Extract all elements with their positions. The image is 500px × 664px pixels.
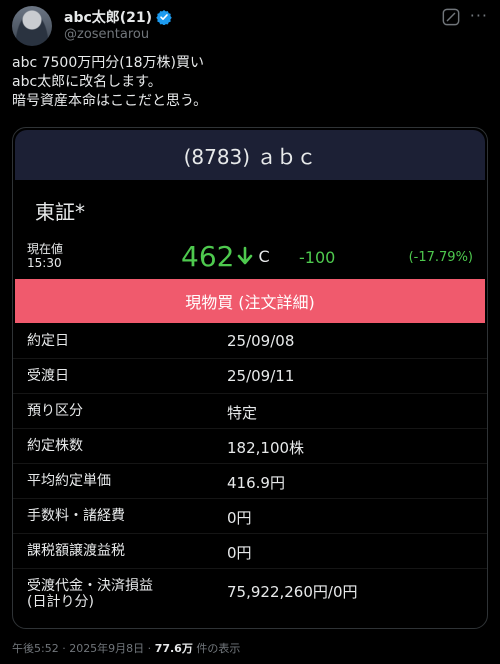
detail-row: 平均約定単価 416.9円	[13, 464, 487, 499]
author-handle[interactable]: @zosentarou	[64, 27, 149, 42]
detail-value: 特定	[227, 404, 258, 422]
detail-label: 受渡代金・決済損益 (日計り分)	[27, 578, 153, 610]
detail-value: 25/09/08	[227, 332, 295, 350]
order-details-table: 約定日 25/09/08 受渡日 25/09/11 預り区分 特定 約定株数 1…	[13, 324, 487, 619]
price-label-text: 現在値	[27, 242, 64, 256]
detail-row: 課税額譲渡益税 0円	[13, 534, 487, 569]
grok-icon[interactable]	[442, 8, 460, 26]
tweet-text: abc 7500万円分(18万株)買い abc太郎に改名します。 暗号資産本命は…	[12, 54, 488, 111]
tweet-line: abc 7500万円分(18万株)買い	[12, 55, 204, 71]
arrow-down-icon	[238, 246, 253, 265]
view-count: 77.6万	[154, 642, 193, 655]
price-change-percent: (-17.79%)	[408, 250, 473, 265]
detail-label: 預り区分	[27, 403, 83, 419]
detail-value: 25/09/11	[227, 367, 295, 385]
verified-badge-icon	[156, 10, 172, 25]
price-time: 15:30	[27, 256, 62, 270]
price-change: -100	[299, 248, 336, 267]
detail-value: 416.9円	[227, 474, 285, 492]
detail-row: 受渡日 25/09/11	[13, 359, 487, 394]
detail-label: 課税額譲渡益税	[27, 543, 125, 559]
detail-value: 75,922,260円/0円	[227, 583, 358, 601]
tweet-line: 暗号資産本命はここだと思う。	[12, 93, 208, 109]
stock-title: (8783) ａｂｃ	[15, 130, 485, 180]
author-display-name[interactable]: abc太郎(21)	[64, 7, 152, 27]
detail-label: 約定日	[27, 333, 69, 349]
detail-label-line: (日計り分)	[27, 594, 94, 610]
detail-value: 182,100株	[227, 439, 305, 457]
detail-label: 受渡日	[27, 368, 69, 384]
view-count-suffix: 件の表示	[192, 642, 241, 655]
detail-row: 約定株数 182,100株	[13, 429, 487, 464]
order-detail-button: 現物買 (注文詳細)	[15, 279, 485, 323]
tweet-line: abc太郎に改名します。	[12, 74, 162, 90]
detail-row: 預り区分 特定	[13, 394, 487, 429]
price-row: 462 C	[181, 238, 270, 274]
market-label: 東証*	[35, 200, 85, 224]
price-label: 現在値 15:30	[27, 242, 63, 270]
author-name-row[interactable]: abc太郎(21)	[64, 8, 172, 26]
detail-label: 平均約定単価	[27, 473, 111, 489]
tweet-timestamp[interactable]: 午後5:52 · 2025年9月8日 ·	[12, 642, 155, 655]
avatar[interactable]	[12, 6, 52, 46]
current-price: 462	[181, 239, 235, 273]
detail-label-line: 受渡代金・決済損益	[27, 578, 153, 594]
detail-value: 0円	[227, 509, 252, 527]
more-options-icon[interactable]: ···	[470, 6, 488, 25]
tweet-header: abc太郎(21) @zosentarou ···	[12, 6, 488, 46]
detail-label: 手数料・諸経費	[27, 508, 125, 524]
detail-row: 受渡代金・決済損益 (日計り分) 75,922,260円/0円	[13, 569, 487, 619]
tweet-media-image[interactable]: (8783) ａｂｃ 東証* 現在値 15:30 462 C -100 (-17…	[12, 127, 488, 629]
tweet-meta: 午後5:52 · 2025年9月8日 · 77.6万 件の表示	[12, 640, 240, 656]
detail-row: 約定日 25/09/08	[13, 324, 487, 359]
detail-row: 手数料・諸経費 0円	[13, 499, 487, 534]
detail-label: 約定株数	[27, 438, 83, 454]
price-mark: C	[258, 246, 270, 266]
detail-value: 0円	[227, 544, 252, 562]
